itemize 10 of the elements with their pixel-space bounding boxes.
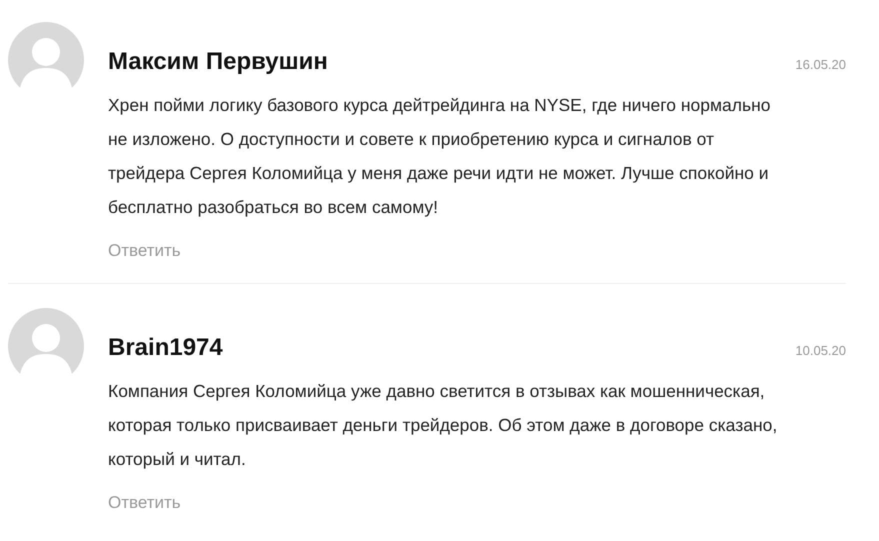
author-name: Максим Первушин (108, 48, 328, 76)
reply-link[interactable]: Ответить (108, 493, 181, 513)
author-name: Brain1974 (108, 334, 223, 362)
reply-link[interactable]: Ответить (108, 241, 181, 261)
avatar-icon (8, 308, 84, 384)
comment-text: Хрен пойми логику базового курса дейтрейдинга на NYSE, где ничего нормально не изложено. О доступности и совете к приобретению курса и сигналов от трейдера Сергея Коломийца у меня даже речи идти не может. Лучше спокойно и бесплатно разобраться во всем самому! (108, 94, 772, 219)
comment-text: Компания Сергея Коломийца уже давно светится в отзывах как мошенническая, которая только присваивает деньги трейдеров. Об этом даже в договоре сказано, который и читал. (108, 380, 778, 471)
comment-date: 10.05.20 (795, 343, 846, 358)
comment-date: 16.05.20 (795, 57, 846, 72)
avatar-icon (8, 22, 84, 98)
